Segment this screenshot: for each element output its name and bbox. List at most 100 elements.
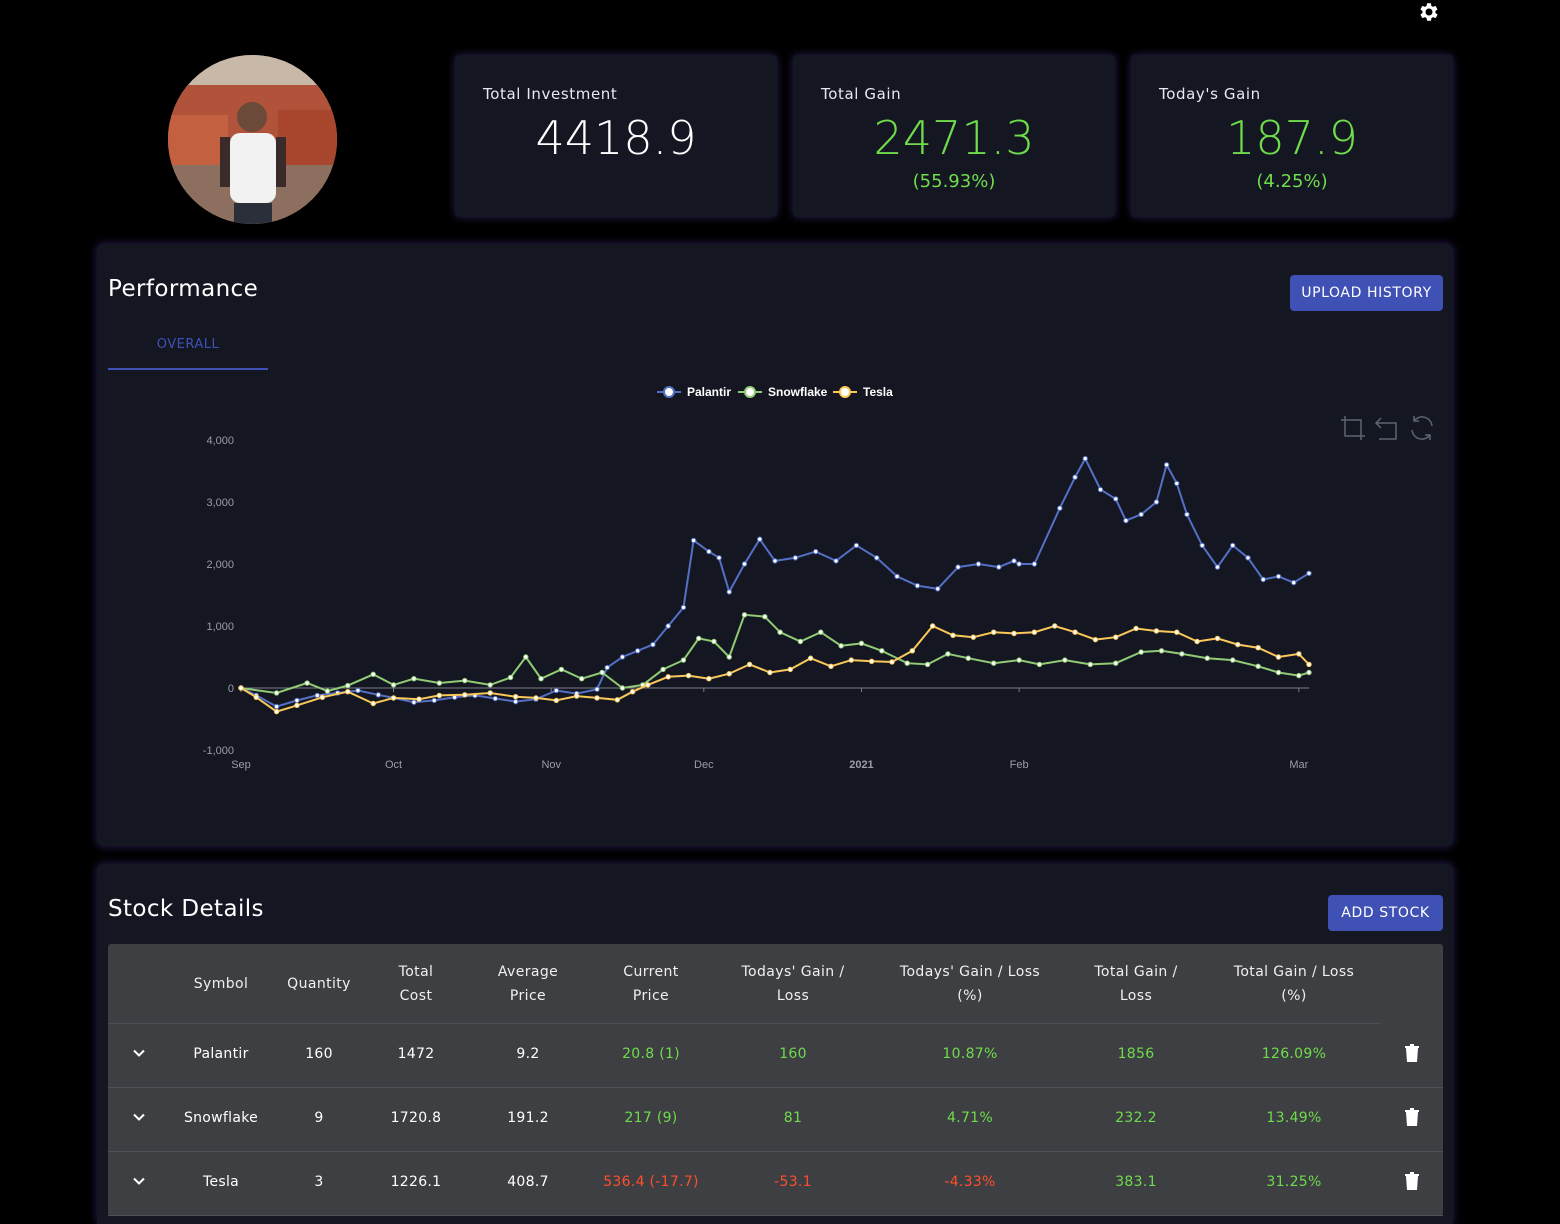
data-point — [487, 682, 493, 688]
data-point — [935, 586, 941, 592]
data-point — [665, 623, 671, 629]
data-point — [1163, 462, 1170, 468]
x-tick-label: Nov — [541, 759, 561, 771]
data-point — [706, 548, 712, 555]
data-point — [929, 623, 936, 629]
data-point — [594, 695, 600, 701]
card-total-investment: Total Investment 4418.9 — [455, 55, 777, 217]
add-stock-button[interactable]: ADD STOCK — [1328, 895, 1443, 931]
data-point — [238, 685, 244, 691]
col-quantity[interactable]: Quantity — [287, 972, 351, 996]
data-point — [772, 558, 778, 564]
data-point — [726, 589, 732, 595]
avatar — [168, 55, 337, 224]
upload-history-button[interactable]: UPLOAD HISTORY — [1290, 275, 1443, 311]
data-point — [1230, 657, 1236, 663]
chevron-down-icon[interactable] — [132, 1174, 146, 1188]
data-point — [762, 614, 768, 620]
data-point — [904, 660, 910, 666]
cell-total-gain-pct: 126.09% — [1261, 1046, 1327, 1062]
data-point — [304, 680, 310, 686]
legend-marker — [839, 386, 851, 398]
data-point — [807, 655, 814, 661]
trash-icon[interactable] — [1405, 1108, 1419, 1126]
col-average-price[interactable]: Average Price — [498, 960, 558, 1008]
data-point — [665, 674, 671, 680]
data-point — [390, 695, 397, 701]
data-point — [599, 669, 605, 676]
chevron-down-icon[interactable] — [132, 1110, 146, 1124]
data-point — [1153, 499, 1160, 505]
data-point — [1057, 505, 1063, 511]
data-point — [726, 671, 732, 677]
data-point — [812, 548, 819, 555]
col-total-gain-pct[interactable]: Total Gain / Loss (%) — [1234, 960, 1354, 1008]
data-point — [716, 555, 722, 561]
data-point — [355, 687, 361, 694]
data-point — [273, 690, 280, 696]
data-point — [685, 672, 692, 679]
data-point — [1174, 480, 1180, 487]
data-point — [1255, 663, 1261, 669]
data-point — [1306, 661, 1312, 668]
data-point — [1072, 474, 1078, 480]
x-tick-label: Dec — [694, 759, 714, 771]
data-point — [253, 694, 259, 700]
col-todays-gain[interactable]: Todays' Gain / Loss — [741, 960, 844, 1008]
cell-current-price: 536.4 (-17.7) — [603, 1174, 699, 1190]
data-point — [1230, 542, 1236, 549]
tab-overall[interactable]: OVERALL — [108, 334, 268, 370]
legend-marker — [744, 386, 756, 398]
legend-label: Palantir — [687, 385, 731, 399]
data-point — [955, 564, 961, 570]
cell-average-price: 191.2 — [507, 1110, 549, 1126]
data-point — [990, 660, 997, 666]
data-point — [436, 680, 443, 686]
card-value: 187.9 — [1226, 111, 1358, 165]
cell-todays-gain-pct: -4.33% — [944, 1174, 996, 1190]
trash-icon[interactable] — [1405, 1172, 1419, 1190]
data-point — [757, 536, 763, 542]
col-symbol[interactable]: Symbol — [194, 972, 249, 996]
data-point — [538, 676, 544, 682]
data-point — [741, 561, 748, 567]
cell-total-gain: 383.1 — [1115, 1174, 1157, 1190]
data-point — [996, 564, 1002, 570]
data-point — [1052, 623, 1058, 629]
gear-icon[interactable] — [1417, 0, 1441, 24]
card-percent: (4.25%) — [1256, 171, 1328, 192]
col-current-price[interactable]: Current Price — [623, 960, 678, 1008]
data-point — [1275, 573, 1282, 580]
data-point — [1036, 661, 1043, 668]
col-todays-gain-pct[interactable]: Todays' Gain / Loss (%) — [900, 960, 1040, 1008]
cell-current-price: 217 (9) — [624, 1110, 678, 1126]
data-point — [273, 703, 280, 710]
data-point — [523, 654, 529, 660]
data-point — [874, 555, 880, 561]
data-point — [1260, 576, 1266, 583]
data-point — [411, 699, 417, 705]
data-point — [1199, 542, 1205, 549]
data-point — [512, 698, 519, 705]
data-point — [833, 558, 839, 564]
legend-marker — [663, 386, 675, 398]
card-percent: (55.93%) — [912, 171, 996, 192]
data-point — [345, 682, 351, 689]
card-todays-gain: Today's Gain 187.9 (4.25%) — [1131, 55, 1453, 217]
data-point — [924, 661, 931, 668]
col-total-cost[interactable]: Total Cost — [399, 960, 434, 1008]
chevron-down-icon[interactable] — [132, 1046, 146, 1060]
trash-icon[interactable] — [1405, 1044, 1419, 1062]
y-tick-label: 1,000 — [206, 621, 234, 633]
data-point — [375, 692, 382, 698]
table-header: Symbol Quantity Total Cost Average Price… — [108, 944, 1381, 1024]
data-point — [797, 638, 804, 645]
data-point — [1123, 517, 1129, 524]
data-point — [1113, 496, 1119, 502]
cell-total-gain: 232.2 — [1115, 1110, 1157, 1126]
data-point — [848, 657, 854, 663]
col-total-gain[interactable]: Total Gain / Loss — [1094, 960, 1177, 1008]
y-tick-label: 2,000 — [206, 559, 234, 571]
data-point — [553, 687, 560, 694]
card-value: 2471.3 — [873, 111, 1035, 165]
